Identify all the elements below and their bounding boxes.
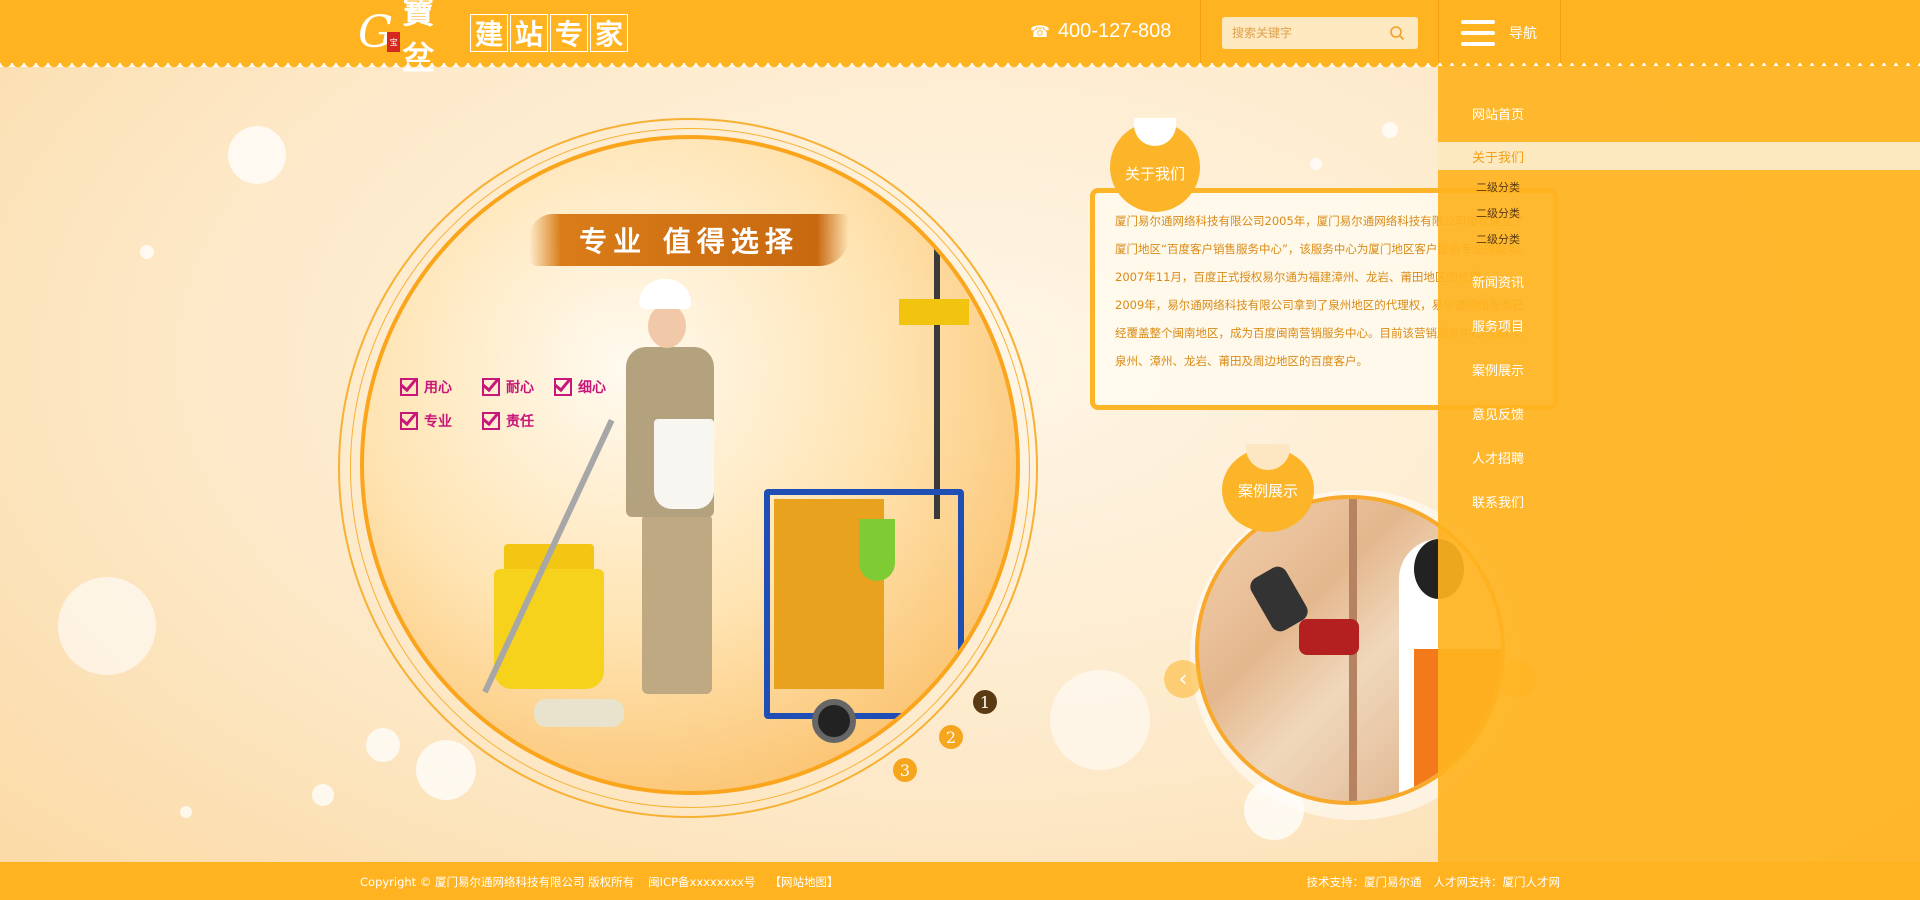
site-footer: Copyright © 厦门易尔通网络科技有限公司 版权所有 闽ICP备xxxx…	[0, 862, 1920, 900]
nav-toggle-label: 导航	[1509, 26, 1537, 42]
footer-sitemap-link[interactable]: 【网站地图】	[769, 874, 838, 890]
check-label: 耐心	[506, 380, 534, 396]
cleaner-illustration	[654, 419, 714, 509]
footer-talent-support-link[interactable]: 人才网支持：厦门人才网	[1434, 874, 1561, 890]
decor-bubble	[58, 577, 156, 675]
logo-tagline: 建 站 专 家	[470, 14, 630, 52]
broom-illustration	[934, 239, 940, 519]
hotline-number: 400-127-808	[1057, 20, 1172, 42]
decor-bubble	[312, 784, 334, 806]
check-item: 专业	[400, 411, 452, 431]
nav-item-services[interactable]: 服务项目	[1438, 311, 1920, 339]
logo-char: 站	[510, 14, 548, 52]
decor-bubble	[1310, 158, 1322, 170]
checkbox-icon	[400, 412, 418, 430]
decor-bubble	[180, 806, 192, 818]
checkbox-icon	[400, 378, 418, 396]
chevron-left-icon[interactable]: ‹	[1164, 660, 1202, 698]
case-photo-detail	[1299, 619, 1359, 655]
logo-seal: 宝	[387, 32, 401, 52]
footer-copyright: Copyright © 厦门易尔通网络科技有限公司 版权所有	[360, 875, 635, 889]
site-logo[interactable]: G 宝 寶盆 建 站 专 家	[358, 0, 630, 77]
nav-item-about[interactable]: 关于我们	[1438, 142, 1920, 170]
search-input[interactable]	[1222, 18, 1382, 48]
cart-wheel-illustration	[812, 699, 856, 743]
menu-icon	[1461, 20, 1495, 46]
hero-slogan: 专业 值得选择	[529, 214, 849, 266]
checkbox-icon	[554, 378, 572, 396]
logo-char: 专	[550, 14, 588, 52]
nav-item-jobs[interactable]: 人才招聘	[1438, 443, 1920, 471]
slide-dot-2[interactable]: 2	[939, 725, 963, 749]
nav-subitem[interactable]: 二级分类	[1438, 228, 1920, 250]
logo-char: 家	[590, 14, 628, 52]
nav-item-feedback[interactable]: 意见反馈	[1438, 399, 1920, 427]
site-header: G 宝 寶盆 建 站 专 家 ☎ 400-127-808 导航	[0, 0, 1920, 77]
check-item: 用心	[400, 377, 452, 397]
nav-subitem[interactable]: 二级分类	[1438, 202, 1920, 224]
nav-panel: 网站首页 关于我们 二级分类 二级分类 二级分类 新闻资讯 服务项目 案例展示 …	[1438, 66, 1920, 862]
nav-item-cases[interactable]: 案例展示	[1438, 355, 1920, 383]
checkbox-icon	[482, 378, 500, 396]
search-icon[interactable]	[1382, 18, 1412, 48]
cart-illustration	[859, 519, 895, 581]
check-label: 责任	[506, 414, 534, 430]
check-label: 专业	[424, 414, 452, 430]
header-divider	[1560, 0, 1561, 66]
hero-slide[interactable]: 专业 值得选择 用心 耐心 细心 专业 责任	[360, 135, 1020, 795]
check-item: 责任	[482, 411, 534, 431]
footer-left: Copyright © 厦门易尔通网络科技有限公司 版权所有 闽ICP备xxxx…	[360, 874, 838, 890]
cleaner-illustration	[648, 304, 686, 348]
decor-bubble	[366, 728, 400, 762]
phone-icon: ☎	[1030, 23, 1050, 41]
broom-illustration	[899, 299, 969, 325]
footer-right: 技术支持：厦门易尔通 人才网支持：厦门人才网	[1307, 874, 1561, 890]
cleaner-illustration	[642, 514, 712, 694]
mop-illustration	[534, 699, 624, 727]
nav-subitem[interactable]: 二级分类	[1438, 176, 1920, 198]
decor-bubble	[416, 740, 476, 800]
check-label: 用心	[424, 380, 452, 396]
logo-char: 建	[470, 14, 508, 52]
nav-item-home[interactable]: 网站首页	[1438, 99, 1920, 127]
decor-bubble	[228, 126, 286, 184]
search-box	[1222, 17, 1418, 49]
slide-dot-3[interactable]: 3	[893, 758, 917, 782]
nav-toggle-button[interactable]: 导航	[1438, 0, 1560, 66]
check-item: 细心	[554, 377, 606, 397]
slide-dot-1[interactable]: 1	[973, 690, 997, 714]
check-label: 细心	[578, 380, 606, 396]
cleaner-illustration	[639, 279, 691, 309]
footer-icp-link[interactable]: 闽ICP备xxxxxxxx号	[648, 874, 755, 890]
check-item: 耐心	[482, 377, 534, 397]
nav-item-news[interactable]: 新闻资讯	[1438, 267, 1920, 295]
decor-bubble	[1050, 670, 1150, 770]
decor-bubble	[1382, 122, 1398, 138]
nav-item-contact[interactable]: 联系我们	[1438, 487, 1920, 515]
checkbox-icon	[482, 412, 500, 430]
hotline: ☎ 400-127-808	[1030, 20, 1171, 43]
decor-bubble	[140, 245, 154, 259]
header-divider	[1200, 0, 1201, 66]
footer-tech-support-link[interactable]: 技术支持：厦门易尔通	[1307, 874, 1422, 890]
